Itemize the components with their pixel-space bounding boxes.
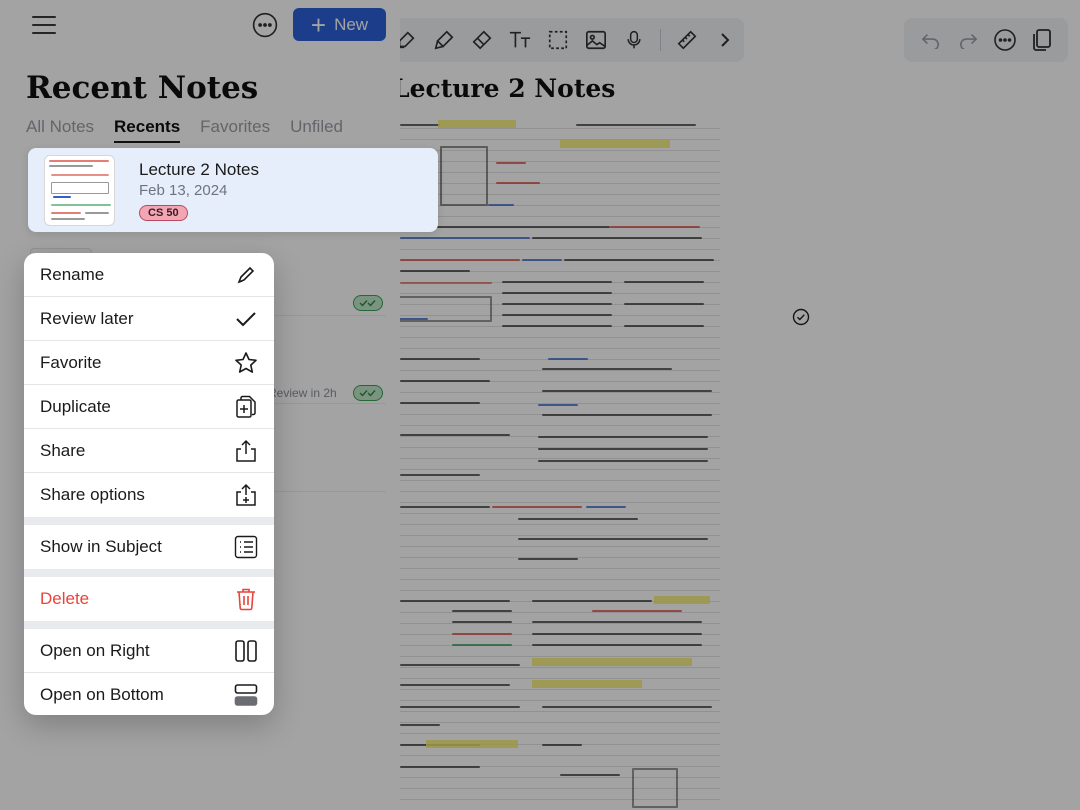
undo-icon[interactable] xyxy=(918,27,944,53)
review-status-badge xyxy=(353,295,383,311)
menu-item-share[interactable]: Share xyxy=(24,429,274,473)
editor-note-title[interactable]: Lecture 2 Notes xyxy=(392,74,615,103)
menu-item-label: Open on Bottom xyxy=(40,685,164,704)
plus-icon: + xyxy=(310,9,327,40)
ruler-icon[interactable] xyxy=(675,28,699,52)
menu-item-duplicate[interactable]: Duplicate xyxy=(24,385,274,429)
menu-item-label: Review later xyxy=(40,308,134,328)
checkmark-icon xyxy=(234,307,258,331)
pencil-icon xyxy=(234,263,258,287)
text-icon[interactable] xyxy=(508,28,532,52)
menu-item-rename[interactable]: Rename xyxy=(24,253,274,297)
menu-item-label: Favorite xyxy=(40,352,102,372)
menu-item-label: Share options xyxy=(40,485,145,504)
new-button-label: New xyxy=(334,14,369,34)
eraser-icon[interactable] xyxy=(470,28,494,52)
selected-note-card[interactable]: Lecture 2 Notes Feb 13, 2024 CS 50 xyxy=(28,148,438,232)
more-options-icon[interactable] xyxy=(252,12,278,38)
share-icon xyxy=(234,439,258,463)
review-status-badge xyxy=(353,385,383,401)
menu-item-label: Share xyxy=(40,440,86,460)
microphone-icon[interactable] xyxy=(622,28,646,52)
note-title: Lecture 2 Notes xyxy=(139,160,260,179)
toolbar-divider xyxy=(660,29,661,51)
menu-item-label: Open on Right xyxy=(40,640,150,660)
menu-item-open-on-bottom[interactable]: Open on Bottom xyxy=(24,673,274,715)
star-icon xyxy=(234,351,258,375)
menu-item-share-options[interactable]: Share options xyxy=(24,473,274,517)
tab-recents[interactable]: Recents xyxy=(114,117,181,143)
tab-all-notes[interactable]: All Notes xyxy=(26,117,94,143)
page-title: Recent Notes xyxy=(26,70,259,106)
duplicate-icon xyxy=(234,395,258,419)
split-bottom-icon xyxy=(234,683,258,707)
menu-item-delete[interactable]: Delete xyxy=(24,577,274,621)
check-circle-icon[interactable] xyxy=(792,308,810,326)
pages-icon[interactable] xyxy=(1029,27,1055,53)
tab-unfiled[interactable]: Unfiled xyxy=(290,117,343,143)
menu-separator xyxy=(24,569,274,577)
menu-item-label: Show in Subject xyxy=(40,537,162,556)
menu-separator xyxy=(24,517,274,525)
image-icon[interactable] xyxy=(584,28,608,52)
subject-badge[interactable]: CS 50 xyxy=(139,205,188,221)
lasso-select-icon[interactable] xyxy=(546,28,570,52)
menu-item-show-in-subject[interactable]: Show in Subject xyxy=(24,525,274,569)
share-options-icon xyxy=(234,483,258,507)
chevron-right-icon[interactable] xyxy=(713,28,737,52)
redo-icon[interactable] xyxy=(955,27,981,53)
menu-separator xyxy=(24,621,274,629)
menu-item-review-later[interactable]: Review later xyxy=(24,297,274,341)
menu-item-label: Delete xyxy=(40,589,90,608)
split-right-icon xyxy=(234,639,258,663)
drawing-toolbar xyxy=(380,18,744,62)
hamburger-menu-icon[interactable] xyxy=(32,14,56,36)
editor-actions xyxy=(904,18,1068,62)
note-thumbnail xyxy=(44,155,115,226)
list-icon xyxy=(234,535,258,559)
menu-item-label: Duplicate xyxy=(40,396,111,416)
note-context-menu: Rename Review later Favorite Duplicate S… xyxy=(24,253,274,715)
handwritten-note-page[interactable] xyxy=(392,118,720,810)
menu-item-label: Rename xyxy=(40,264,105,284)
new-note-button[interactable]: + New xyxy=(293,8,386,41)
more-icon[interactable] xyxy=(992,27,1018,53)
menu-item-favorite[interactable]: Favorite xyxy=(24,341,274,385)
review-reminder: Review in 2h xyxy=(268,386,337,400)
notes-tabs: All Notes Recents Favorites Unfiled xyxy=(26,117,343,143)
tab-favorites[interactable]: Favorites xyxy=(200,117,270,143)
note-date: Feb 13, 2024 xyxy=(139,182,228,199)
marker-icon[interactable] xyxy=(432,28,456,52)
trash-icon xyxy=(234,587,258,611)
menu-item-open-on-right[interactable]: Open on Right xyxy=(24,629,274,673)
